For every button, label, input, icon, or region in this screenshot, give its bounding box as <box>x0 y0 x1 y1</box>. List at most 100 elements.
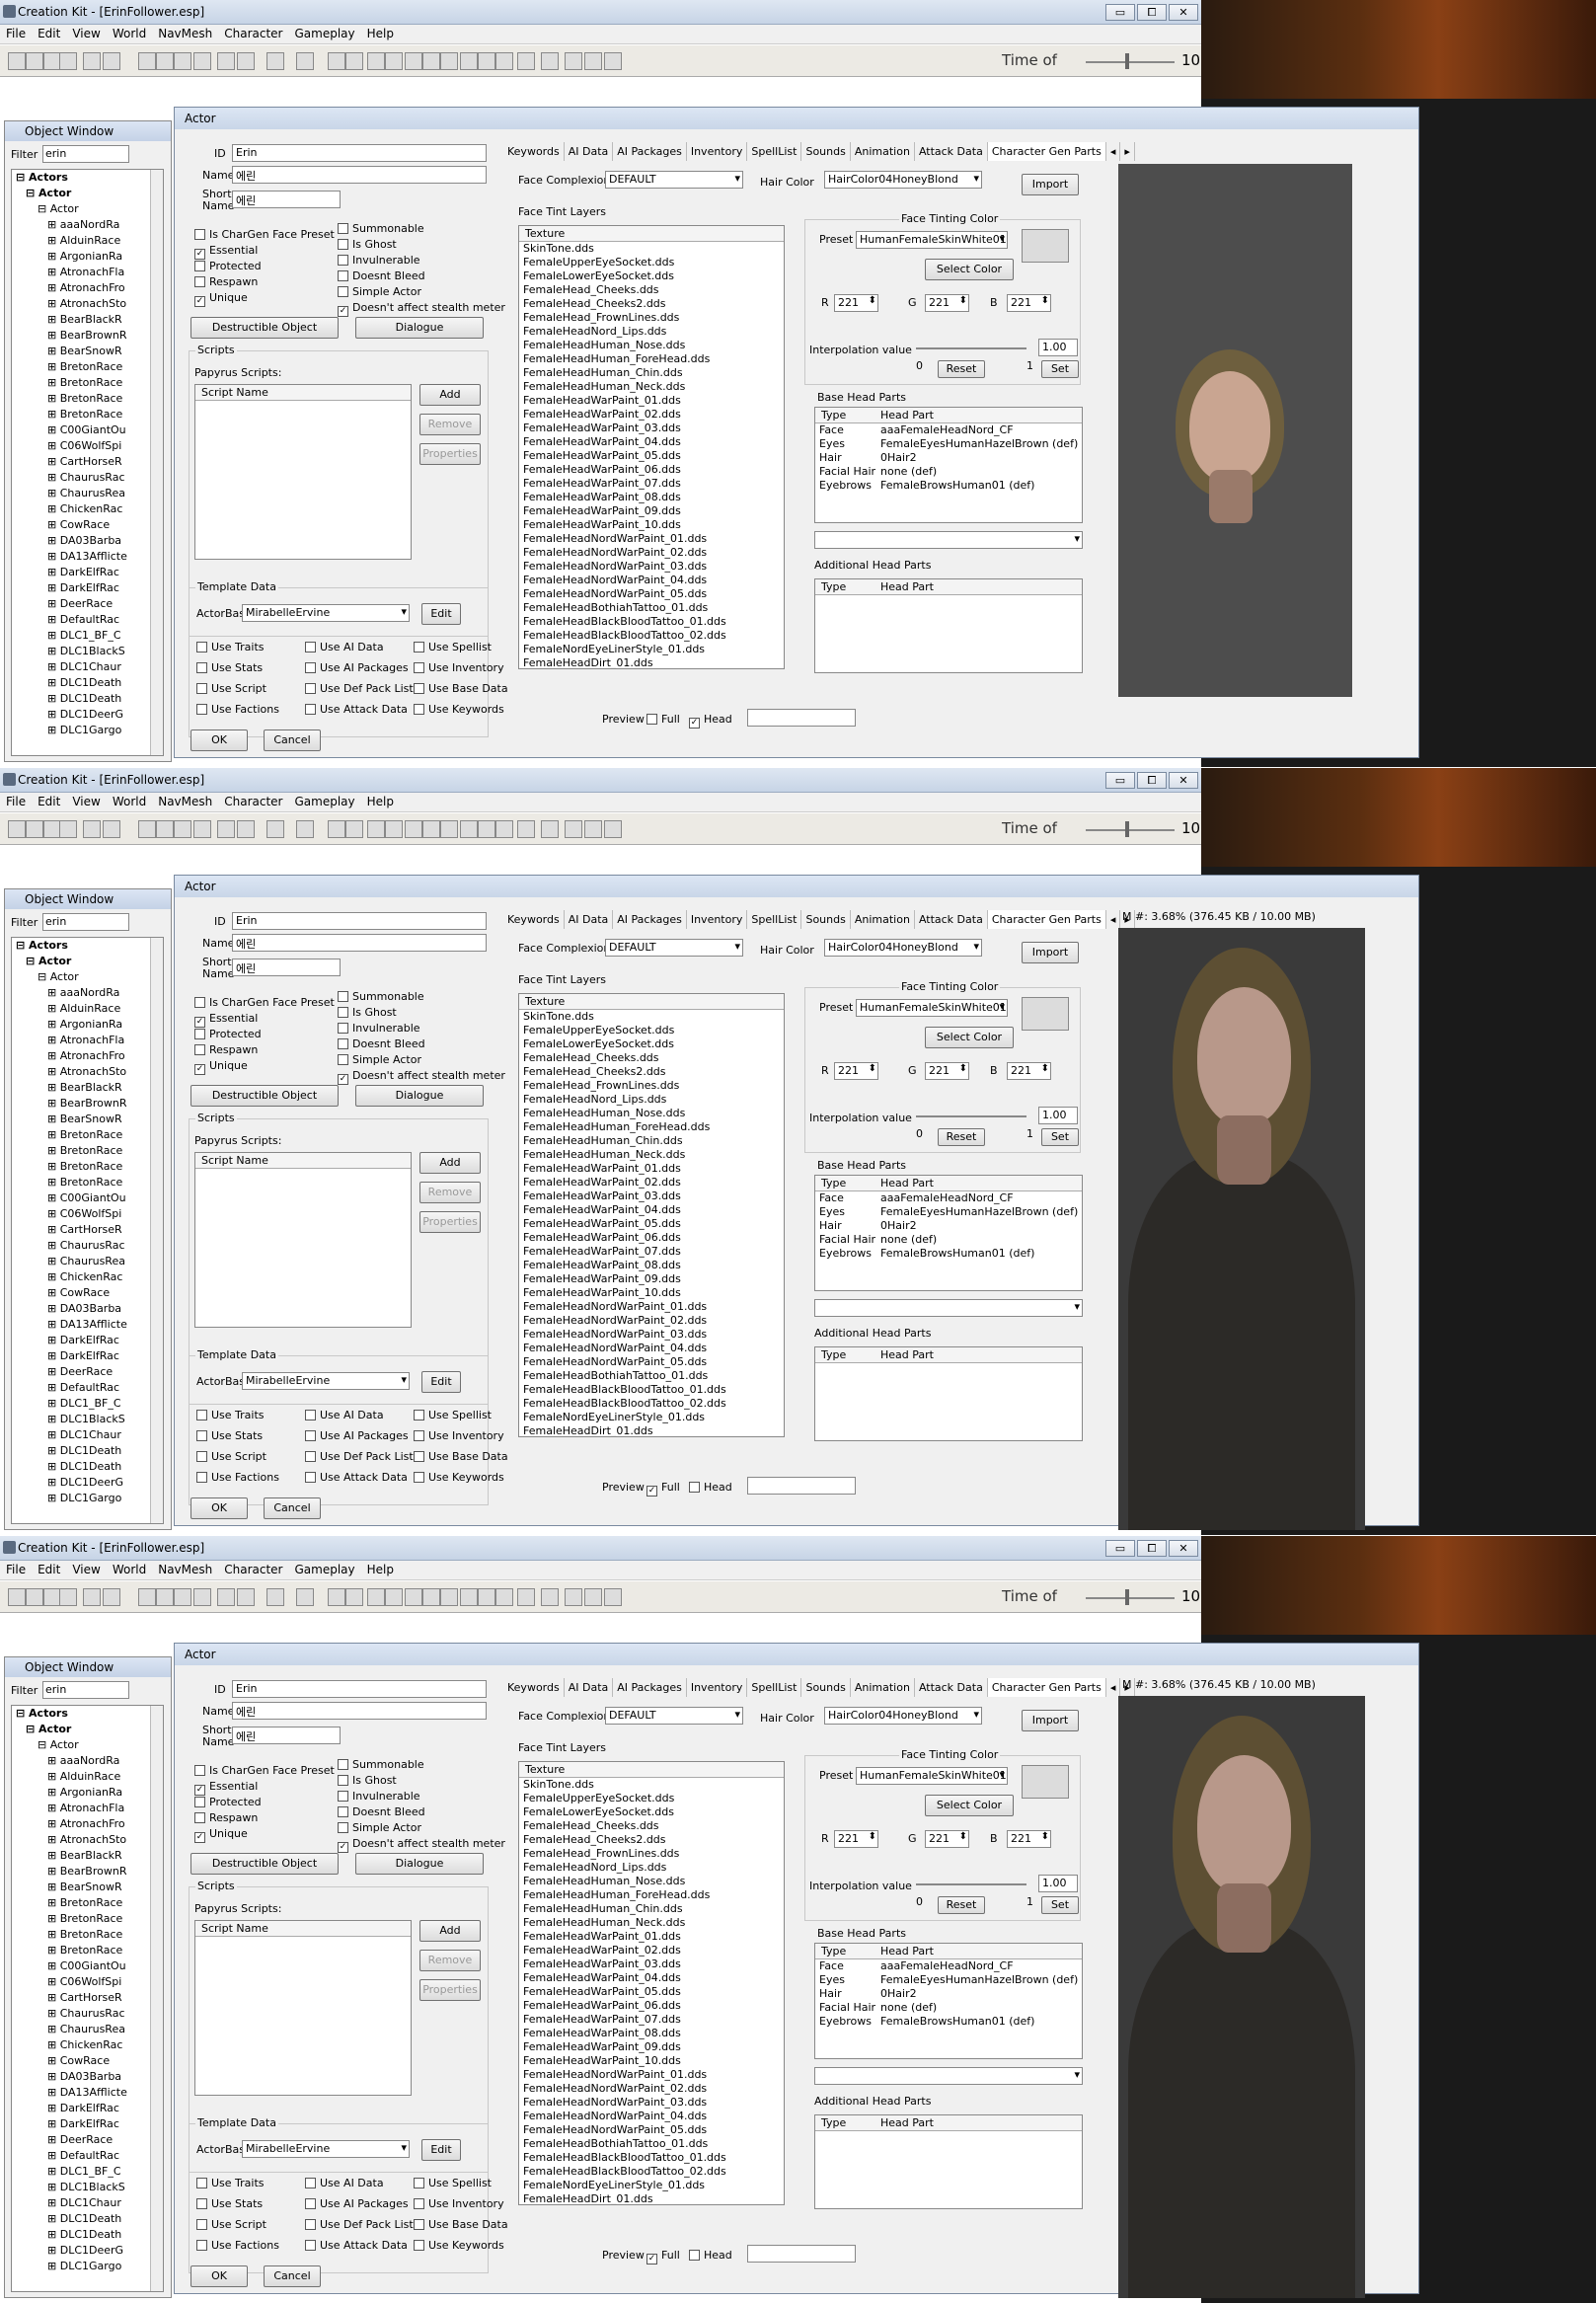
tree-item[interactable]: ⊞ aaaNordRa <box>12 217 163 233</box>
texture-row[interactable]: FemaleHeadWarPaint_03.dds <box>519 1958 784 1971</box>
toolbar-button[interactable] <box>541 52 559 70</box>
head-part-row[interactable]: Hair 0Hair2 <box>815 1987 1082 2001</box>
menu-item[interactable]: Help <box>361 25 400 42</box>
texture-row[interactable]: FemaleHeadHuman_ForeHead.dds <box>519 1120 784 1134</box>
tab[interactable]: AI Data <box>565 910 614 929</box>
texture-row[interactable]: FemaleHeadWarPaint_02.dds <box>519 408 784 422</box>
toolbar-button[interactable] <box>604 1588 622 1606</box>
texture-row[interactable]: FemaleHeadWarPaint_08.dds <box>519 1259 784 1272</box>
tree-item[interactable]: ⊞ DLC1_BF_C <box>12 2164 163 2180</box>
template-use-checkbox[interactable]: Use Base Data <box>414 682 508 695</box>
flag-checkbox[interactable]: ✓ Unique <box>194 291 248 307</box>
texture-row[interactable]: FemaleHeadHuman_ForeHead.dds <box>519 352 784 366</box>
properties-button[interactable]: Properties <box>419 1979 481 2001</box>
texture-row[interactable]: FemaleLowerEyeSocket.dds <box>519 1805 784 1819</box>
name-field[interactable]: 에린 <box>232 166 487 184</box>
flag-checkbox[interactable]: Invulnerable <box>338 254 420 267</box>
texture-row[interactable]: FemaleHeadBothiahTattoo_01.dds <box>519 2137 784 2151</box>
tree-item[interactable]: ⊞ DLC1Death <box>12 691 163 707</box>
toolbar-button[interactable] <box>565 1588 582 1606</box>
tab[interactable]: Animation <box>851 142 915 161</box>
texture-row[interactable]: FemaleHeadWarPaint_02.dds <box>519 1944 784 1958</box>
toolbar-button[interactable] <box>478 820 495 838</box>
tree-item[interactable]: ⊞ DA03Barba <box>12 1301 163 1317</box>
tab[interactable]: AI Data <box>565 1678 614 1697</box>
template-use-checkbox[interactable]: Use Attack Data <box>305 2239 408 2252</box>
texture-row[interactable]: FemaleHeadWarPaint_04.dds <box>519 1203 784 1217</box>
flag-checkbox[interactable]: Is CharGen Face Preset <box>194 1764 335 1777</box>
tree-item[interactable]: ⊞ AtronachSto <box>12 1064 163 1080</box>
menu-item[interactable]: Help <box>361 1561 400 1578</box>
template-use-checkbox[interactable]: Use AI Packages <box>305 661 409 674</box>
tab[interactable]: Inventory <box>687 910 748 929</box>
tree-item[interactable]: ⊞ DarkElfRac <box>12 1348 163 1364</box>
add-script-button[interactable]: Add <box>419 384 481 406</box>
head-part-dropdown[interactable] <box>814 531 1083 549</box>
template-use-checkbox[interactable]: Use Traits <box>196 641 265 653</box>
toolbar-button[interactable] <box>83 1588 101 1606</box>
toolbar-button[interactable] <box>345 52 363 70</box>
texture-row[interactable]: FemaleHeadNordWarPaint_03.dds <box>519 1328 784 1342</box>
tree-item[interactable]: ⊟ Actors <box>12 1706 163 1722</box>
head-part-row[interactable]: Facial Hair none (def) <box>815 2001 1082 2015</box>
tree-item[interactable]: ⊞ DeerRace <box>12 1364 163 1380</box>
texture-row[interactable]: FemaleUpperEyeSocket.dds <box>519 256 784 269</box>
toolbar-button[interactable] <box>604 52 622 70</box>
menu-item[interactable]: World <box>107 25 152 42</box>
preview-full-checkbox[interactable]: Full <box>646 713 680 726</box>
texture-row[interactable]: FemaleHeadWarPaint_10.dds <box>519 1286 784 1300</box>
flag-checkbox[interactable]: Doesnt Bleed <box>338 269 425 282</box>
interpolation-value[interactable]: 1.00 <box>1038 1107 1078 1124</box>
flag-checkbox[interactable]: ✓ Doesn't affect stealth meter <box>338 301 505 317</box>
texture-row[interactable]: FemaleHead_Cheeks2.dds <box>519 1833 784 1847</box>
flag-checkbox[interactable]: Respawn <box>194 275 258 288</box>
toolbar-button[interactable] <box>405 1588 422 1606</box>
texture-row[interactable]: FemaleHeadHuman_ForeHead.dds <box>519 1888 784 1902</box>
edit-actorbase-button[interactable]: Edit <box>421 1371 461 1393</box>
toolbar-button[interactable] <box>495 52 513 70</box>
template-use-checkbox[interactable]: Use Attack Data <box>305 1471 408 1484</box>
template-use-checkbox[interactable]: Use Stats <box>196 661 263 674</box>
toolbar-button[interactable] <box>328 820 345 838</box>
toolbar-button[interactable] <box>328 52 345 70</box>
menu-item[interactable]: File <box>0 793 32 810</box>
tree-item[interactable]: ⊞ CartHorseR <box>12 1222 163 1238</box>
toolbar-button[interactable] <box>405 820 422 838</box>
tree-item[interactable]: ⊞ DefaultRac <box>12 2148 163 2164</box>
toolbar-button[interactable] <box>296 820 314 838</box>
tree-item[interactable]: ⊞ C06WolfSpi <box>12 1974 163 1990</box>
base-head-parts-list[interactable]: Type Head Part Face aaaFemaleHeadNord_CF Eye… <box>814 1943 1083 2059</box>
properties-button[interactable]: Properties <box>419 443 481 465</box>
tab[interactable]: ◂ <box>1106 142 1121 161</box>
time-of-day-slider[interactable] <box>1086 821 1175 837</box>
dialogue-button[interactable]: Dialogue <box>355 317 484 339</box>
texture-row[interactable]: FemaleHeadNordWarPaint_02.dds <box>519 1314 784 1328</box>
tree-item[interactable]: ⊟ Actor <box>12 186 163 201</box>
texture-row[interactable]: FemaleHeadWarPaint_09.dds <box>519 1272 784 1286</box>
toolbar-button[interactable] <box>345 1588 363 1606</box>
texture-row[interactable]: FemaleHeadHuman_Neck.dds <box>519 1916 784 1930</box>
tab[interactable]: Sounds <box>801 142 851 161</box>
texture-row[interactable]: FemaleHeadNordWarPaint_05.dds <box>519 587 784 601</box>
tree-item[interactable]: ⊞ AtronachSto <box>12 1832 163 1848</box>
tree-item[interactable]: ⊞ aaaNordRa <box>12 985 163 1001</box>
interpolation-slider[interactable] <box>916 347 1026 349</box>
texture-row[interactable]: FemaleHeadWarPaint_05.dds <box>519 1985 784 1999</box>
texture-row[interactable]: SkinTone.dds <box>519 1778 784 1792</box>
tab[interactable]: AI Packages <box>613 910 687 929</box>
flag-checkbox[interactable]: Respawn <box>194 1811 258 1824</box>
face-complexion-dropdown[interactable]: DEFAULT <box>605 1707 743 1725</box>
tree-item[interactable]: ⊞ BretonRace <box>12 375 163 391</box>
toolbar-button[interactable] <box>385 820 403 838</box>
toolbar-button[interactable] <box>565 52 582 70</box>
preset-dropdown[interactable]: HumanFemaleSkinWhite01 <box>856 999 1008 1017</box>
toolbar-button[interactable] <box>59 52 77 70</box>
toolbar-button[interactable] <box>345 820 363 838</box>
add-script-button[interactable]: Add <box>419 1152 481 1174</box>
texture-row[interactable]: FemaleHeadNord_Lips.dds <box>519 1861 784 1875</box>
name-field[interactable]: 에린 <box>232 934 487 952</box>
script-name-header[interactable]: Script Name <box>195 385 411 401</box>
interpolation-value[interactable]: 1.00 <box>1038 339 1078 356</box>
toolbar-button[interactable] <box>83 820 101 838</box>
menu-item[interactable]: NavMesh <box>152 25 218 42</box>
